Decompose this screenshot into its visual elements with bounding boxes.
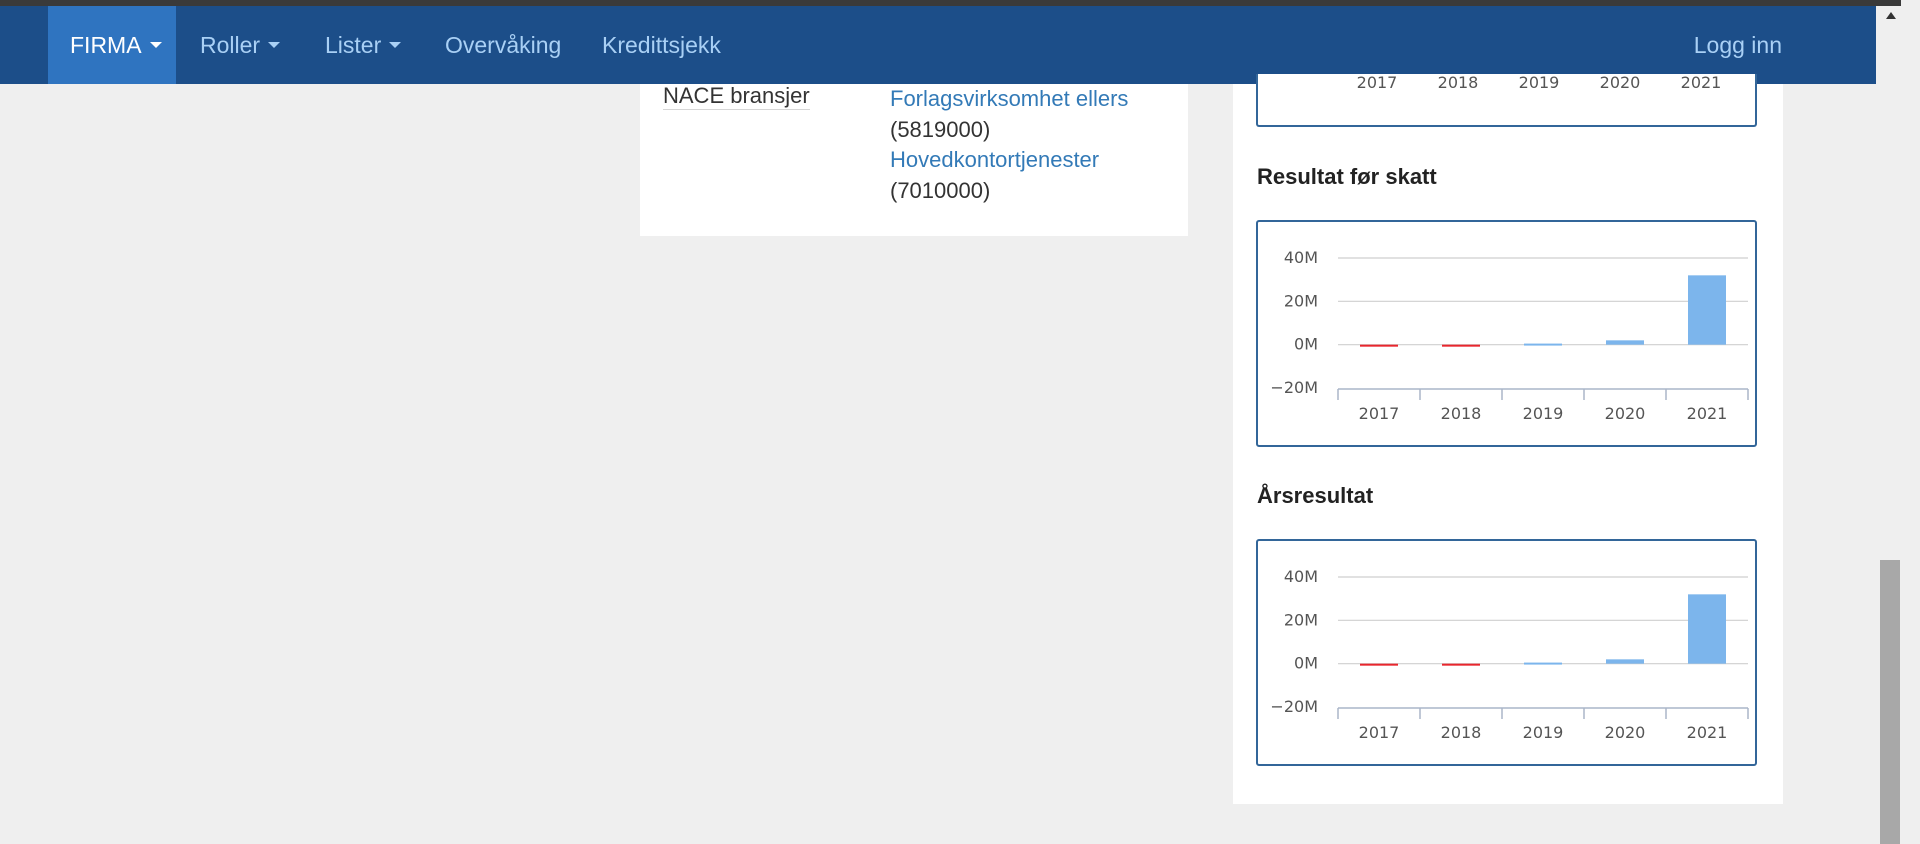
x-tick-label: 2021 — [1687, 723, 1728, 742]
bar-2018 — [1442, 663, 1480, 666]
chart-box-resultat: 40M 20M 0M −20M 2017 2018 2019 2020 2021 — [1256, 220, 1757, 447]
company-info-panel: NACE bransjer Forlagsvirksomhet ellers (… — [640, 84, 1188, 236]
nav-firma-label: FIRMA — [70, 32, 142, 58]
y-tick-label: −20M — [1270, 378, 1318, 397]
y-tick-label: 40M — [1284, 248, 1318, 267]
x-tick-label: 2017 — [1359, 723, 1400, 742]
x-tick-label: 2018 — [1438, 74, 1479, 92]
y-tick-label: −20M — [1270, 697, 1318, 716]
x-tick-label: 2019 — [1523, 723, 1564, 742]
bar-2019 — [1524, 662, 1562, 665]
nav-overvaking[interactable]: Overvåking — [445, 6, 561, 84]
scrollbar-thumb[interactable] — [1880, 560, 1900, 844]
x-tick-label: 2018 — [1441, 404, 1482, 423]
nace-code: (7010000) — [890, 177, 991, 203]
bar-2020 — [1606, 659, 1644, 664]
chart-box-arsresultat: 40M 20M 0M −20M 2017 2018 2019 2020 2021 — [1256, 539, 1757, 766]
bar-2021 — [1688, 275, 1726, 345]
bar-2019 — [1524, 343, 1562, 346]
y-tick-label: 20M — [1284, 291, 1318, 310]
financial-charts-panel: 2017 2018 2019 2020 2021 Resultat før sk… — [1233, 74, 1783, 804]
chart-resultat-svg: 40M 20M 0M −20M 2017 2018 2019 2020 2021 — [1270, 248, 1749, 423]
nav-overvaking-label: Overvåking — [445, 32, 562, 58]
x-tick-label: 2020 — [1605, 404, 1646, 423]
x-tick-label: 2019 — [1523, 404, 1564, 423]
x-tick-label: 2017 — [1359, 404, 1400, 423]
x-tick-label: 2020 — [1600, 74, 1641, 92]
bar-2020 — [1606, 340, 1644, 345]
nav-roller-label: Roller — [200, 32, 261, 58]
nace-link-forlag[interactable]: Forlagsvirksomhet ellers — [890, 84, 1128, 115]
nav-roller[interactable]: Roller — [200, 6, 281, 84]
nace-label: NACE bransjer — [663, 83, 810, 110]
nav-lister[interactable]: Lister — [325, 6, 402, 84]
nace-link-hovedkontor[interactable]: Hovedkontortjenester — [890, 145, 1128, 176]
top-navbar: FIRMA Roller Lister Overvåking Kredittsj… — [0, 6, 1876, 84]
y-tick-label: 20M — [1284, 610, 1318, 629]
x-tick-label: 2020 — [1605, 723, 1646, 742]
chart-title-resultat: Resultat før skatt — [1257, 164, 1437, 189]
bar-2017 — [1360, 663, 1398, 666]
caret-down-icon — [149, 41, 162, 48]
chart-title-arsresultat: Årsresultat — [1257, 483, 1374, 508]
caret-down-icon — [268, 41, 281, 48]
bar-2018 — [1442, 344, 1480, 347]
chart-arsresultat-svg: 40M 20M 0M −20M 2017 2018 2019 2020 2021 — [1270, 567, 1749, 742]
x-tick-label: 2021 — [1681, 74, 1722, 92]
chart-box-previous: 2017 2018 2019 2020 2021 — [1256, 74, 1757, 127]
x-tick-label: 2018 — [1441, 723, 1482, 742]
y-tick-label: 0M — [1294, 335, 1318, 354]
nace-code: (5819000) — [890, 116, 991, 142]
x-tick-label: 2019 — [1519, 74, 1560, 92]
scroll-up-arrow-icon[interactable] — [1886, 12, 1896, 19]
nace-list: Forlagsvirksomhet ellers (5819000) Hoved… — [890, 84, 1128, 206]
nav-kredittsjekk-label: Kredittsjekk — [602, 32, 721, 58]
nav-lister-label: Lister — [325, 32, 382, 58]
y-tick-label: 0M — [1294, 654, 1318, 673]
bar-2017 — [1360, 344, 1398, 347]
bar-2021 — [1688, 594, 1726, 664]
nav-firma[interactable]: FIRMA — [48, 6, 176, 84]
caret-down-icon — [389, 41, 402, 48]
chart-previous-svg: 2017 2018 2019 2020 2021 — [1357, 74, 1722, 92]
login-link[interactable]: Logg inn — [1694, 6, 1782, 84]
nav-kredittsjekk[interactable]: Kredittsjekk — [602, 6, 721, 84]
x-tick-label: 2017 — [1357, 74, 1398, 92]
x-tick-label: 2021 — [1687, 404, 1728, 423]
y-tick-label: 40M — [1284, 567, 1318, 586]
